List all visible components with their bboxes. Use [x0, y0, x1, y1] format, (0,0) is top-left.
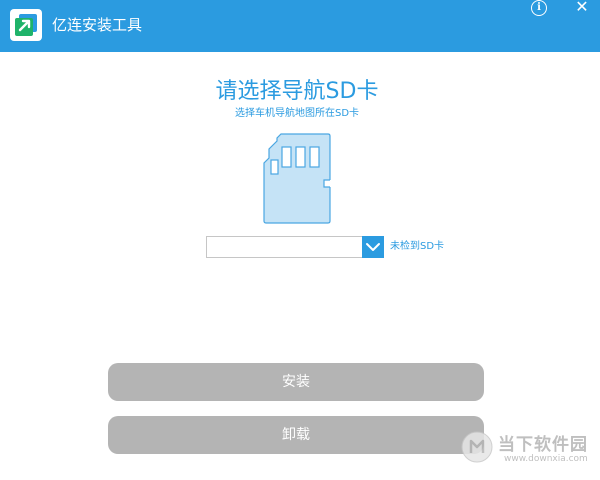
watermark-logo-icon: [461, 431, 493, 463]
sd-card-select[interactable]: [206, 236, 384, 258]
page-heading: 请选择导航SD卡: [215, 79, 379, 104]
info-icon[interactable]: i: [531, 0, 547, 16]
app-title: 亿连安装工具: [52, 16, 143, 34]
app-logo-icon: [10, 9, 42, 41]
chevron-down-icon[interactable]: [362, 236, 384, 258]
close-icon[interactable]: ✕: [570, 0, 594, 16]
sd-status-text: 未检到SD卡: [390, 241, 445, 252]
sd-card-icon: [262, 133, 332, 229]
page-subheading: 选择车机导航地图所在SD卡: [234, 108, 360, 119]
uninstall-button[interactable]: 卸载: [108, 416, 484, 454]
watermark-name: 当下软件园: [498, 435, 588, 455]
install-button[interactable]: 安装: [108, 363, 484, 401]
watermark-url: www.downxia.com: [504, 454, 588, 464]
title-bar[interactable]: 亿连安装工具 i ✕: [0, 0, 600, 52]
watermark: 当下软件园 www.downxia.com: [460, 428, 600, 478]
